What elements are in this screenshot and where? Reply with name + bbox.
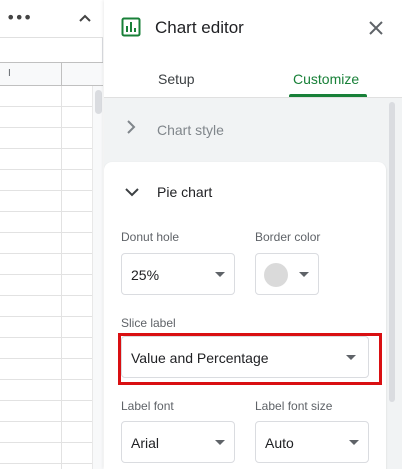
chart-style-label: Chart style (157, 122, 224, 138)
panel-scrollbar[interactable] (389, 102, 395, 402)
label-font-select[interactable]: Arial (121, 421, 235, 463)
tab-customize[interactable]: Customize (293, 71, 359, 87)
slice-label-label: Slice label (121, 316, 176, 330)
more-horizontal-icon[interactable]: ••• (6, 8, 32, 28)
label-font-label: Label font (121, 399, 174, 413)
color-swatch (264, 263, 288, 287)
grid-column-line (61, 86, 62, 469)
dropdown-arrow-icon (349, 440, 359, 445)
chart-style-section[interactable]: Chart style (104, 98, 386, 160)
spreadsheet-area: ••• I (0, 0, 103, 469)
dropdown-arrow-icon (299, 272, 309, 277)
column-header[interactable]: I (0, 62, 103, 87)
donut-hole-label: Donut hole (121, 230, 180, 244)
tab-setup[interactable]: Setup (158, 71, 195, 87)
dropdown-arrow-icon (215, 440, 225, 445)
sheet-scrollbar[interactable] (92, 86, 103, 469)
sheet-toolbar: ••• (0, 0, 103, 38)
chart-editor-panel: Chart editor Setup Customize Chart style… (104, 0, 402, 469)
chevron-right-icon (127, 120, 136, 134)
label-font-size-label: Label font size (255, 399, 333, 413)
chevron-down-icon[interactable] (124, 185, 140, 199)
highlight-annotation (118, 333, 382, 385)
border-color-label: Border color (255, 230, 321, 244)
label-font-size-select[interactable]: Auto (255, 421, 369, 463)
cell-grid[interactable] (0, 86, 92, 469)
active-tab-indicator (289, 94, 367, 97)
label-font-value: Arial (131, 435, 160, 451)
editor-tabs: Setup Customize (104, 62, 402, 98)
column-divider (61, 63, 62, 87)
pie-chart-label[interactable]: Pie chart (157, 184, 212, 200)
chart-icon (121, 17, 141, 37)
chart-editor-header: Chart editor (104, 0, 402, 56)
chevron-up-icon[interactable] (76, 10, 94, 28)
column-letter: I (8, 68, 11, 79)
pie-chart-section: Pie chart Donut hole 25% Border color Sl… (104, 162, 386, 469)
donut-hole-value: 25% (131, 267, 160, 283)
border-color-picker[interactable] (255, 253, 319, 295)
donut-hole-select[interactable]: 25% (121, 253, 235, 295)
close-icon[interactable] (366, 18, 386, 38)
dropdown-arrow-icon (215, 272, 225, 277)
label-font-size-value: Auto (265, 435, 294, 451)
sheet-scroll-thumb[interactable] (95, 90, 102, 114)
customize-content: Chart style Pie chart Donut hole 25% Bor… (104, 98, 402, 469)
chart-editor-title: Chart editor (155, 18, 244, 37)
